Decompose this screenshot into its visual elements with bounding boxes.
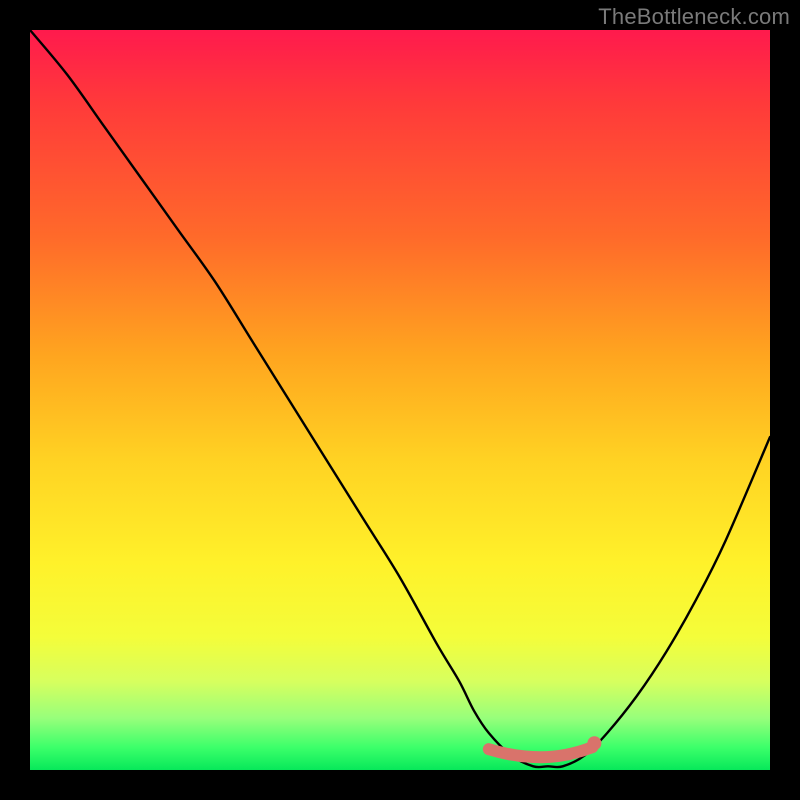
bottleneck-curve-svg xyxy=(30,30,770,770)
chart-frame: TheBottleneck.com xyxy=(0,0,800,800)
optimal-range-end-dot xyxy=(587,736,601,750)
bottleneck-curve xyxy=(30,30,770,767)
attribution-text: TheBottleneck.com xyxy=(598,4,790,30)
optimal-range-highlight xyxy=(489,747,593,757)
plot-area xyxy=(30,30,770,770)
